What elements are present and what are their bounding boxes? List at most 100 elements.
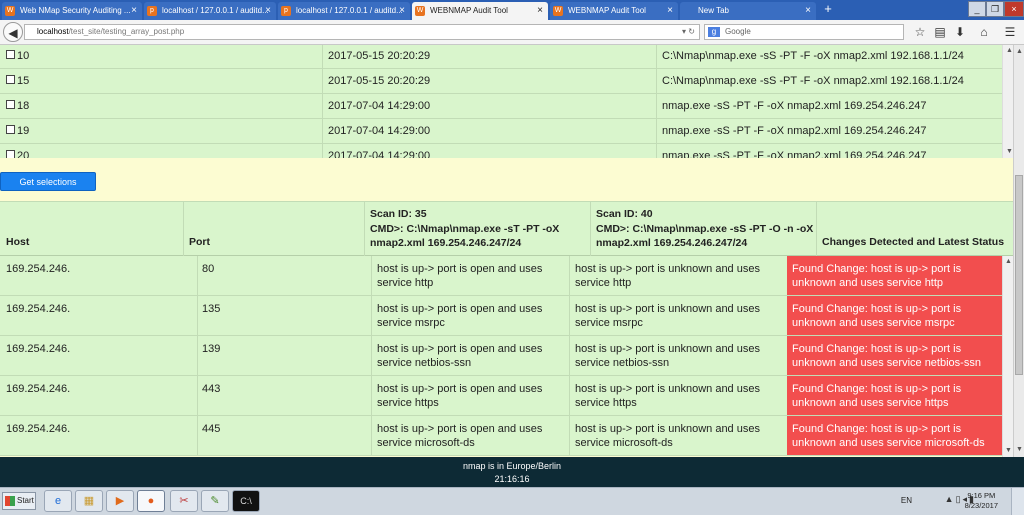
scan-checkbox[interactable] bbox=[6, 125, 15, 134]
address-bar[interactable]: localhost/test_site/testing_array_post.p… bbox=[24, 24, 700, 40]
clock-date: 8/23/2017 bbox=[964, 501, 998, 510]
scan-selection-list[interactable]: 10 2017-05-15 20:20:29 C:\Nmap\nmap.exe … bbox=[0, 45, 1002, 158]
search-box[interactable]: g Google bbox=[704, 24, 904, 40]
close-tab-icon[interactable]: × bbox=[537, 2, 543, 20]
search-placeholder: Google bbox=[725, 27, 751, 36]
scan1-status-cell: host is up-> port is open and uses servi… bbox=[377, 263, 543, 289]
tab-title: WEBNMAP Audit Tool bbox=[568, 6, 646, 15]
close-tab-icon[interactable]: × bbox=[265, 2, 271, 20]
column-divider bbox=[197, 416, 198, 456]
column-divider bbox=[569, 376, 570, 416]
new-tab-button[interactable]: + bbox=[820, 0, 836, 18]
change-status-cell: Found Change: host is up-> port is unkno… bbox=[787, 376, 1002, 415]
host-cell: 169.254.246. bbox=[6, 343, 71, 355]
scan-command: C:\Nmap\nmap.exe -sS -PT -F -oX nmap2.xm… bbox=[662, 50, 964, 62]
scroll-up-arrow-icon[interactable]: ▲ bbox=[1004, 257, 1013, 266]
close-tab-icon[interactable]: × bbox=[399, 2, 405, 20]
windows-logo-icon bbox=[5, 496, 15, 506]
scroll-up-arrow-icon[interactable]: ▲ bbox=[1015, 47, 1024, 56]
header-scan1-id: Scan ID: 35 bbox=[370, 208, 427, 220]
scan-checkbox[interactable] bbox=[6, 150, 15, 158]
browser-tab[interactable]: W WEBNMAP Audit Tool × bbox=[550, 2, 678, 20]
column-divider bbox=[371, 376, 372, 416]
column-divider bbox=[656, 45, 657, 158]
start-button[interactable]: Start bbox=[2, 492, 36, 510]
google-icon[interactable]: g bbox=[708, 27, 720, 37]
table-row: 169.254.246. 80 host is up-> port is ope… bbox=[0, 256, 1002, 296]
browser-tab-strip: W Web NMap Security Auditing ... × p loc… bbox=[0, 0, 1024, 20]
tab-title: WEBNMAP Audit Tool bbox=[430, 6, 508, 15]
close-tab-icon[interactable]: × bbox=[805, 2, 811, 20]
scroll-down-arrow-icon[interactable]: ▼ bbox=[1015, 445, 1024, 454]
column-divider bbox=[371, 416, 372, 456]
browser-tab[interactable]: W Web NMap Security Auditing ... × bbox=[2, 2, 142, 20]
comparison-scrollbar[interactable]: ▲ ▼ bbox=[1002, 256, 1013, 457]
home-icon[interactable]: ⌂ bbox=[976, 24, 992, 40]
media-player-icon[interactable]: ▶ bbox=[106, 490, 134, 512]
download-icon[interactable]: ⬇ bbox=[952, 24, 968, 40]
minimize-window-button[interactable]: _ bbox=[968, 1, 986, 17]
file-explorer-icon[interactable]: ▦ bbox=[75, 490, 103, 512]
scan2-status-cell: host is up-> port is unknown and uses se… bbox=[575, 263, 760, 289]
dropdown-arrow-icon[interactable]: ▾ bbox=[682, 27, 686, 36]
page-scrollbar[interactable]: ▲ ▼ bbox=[1013, 45, 1024, 457]
menu-icon[interactable]: ☰ bbox=[1002, 24, 1018, 40]
scan-id: 20 bbox=[17, 150, 30, 158]
get-selections-button[interactable]: Get selections bbox=[0, 172, 96, 191]
column-divider bbox=[183, 202, 184, 257]
column-divider bbox=[197, 376, 198, 416]
scan-id: 19 bbox=[17, 125, 30, 137]
host-cell: 169.254.246. bbox=[6, 263, 71, 275]
scrollbar-thumb[interactable] bbox=[1015, 175, 1023, 375]
scan2-status-cell: host is up-> port is unknown and uses se… bbox=[575, 343, 760, 369]
language-indicator[interactable]: EN bbox=[901, 496, 912, 505]
close-tab-icon[interactable]: × bbox=[667, 2, 673, 20]
column-divider bbox=[590, 202, 591, 257]
windows-taskbar: Start e ▦ ▶ ● ✂ ✎ C:\ EN ▲▯◂▮ 9:16 PM 8/… bbox=[0, 487, 1024, 515]
notepad-icon[interactable]: ✎ bbox=[201, 490, 229, 512]
firefox-icon[interactable]: ● bbox=[137, 490, 165, 512]
column-divider bbox=[816, 202, 817, 257]
scan-date: 2017-07-04 14:29:00 bbox=[328, 100, 431, 112]
host-cell: 169.254.246. bbox=[6, 383, 71, 395]
system-clock[interactable]: 9:16 PM 8/23/2017 bbox=[965, 491, 998, 511]
reload-icon[interactable]: ↻ bbox=[688, 27, 695, 36]
internet-explorer-icon[interactable]: e bbox=[44, 490, 72, 512]
back-button[interactable]: ◀ bbox=[3, 22, 23, 42]
scan-row: 19 2017-07-04 14:29:00 nmap.exe -sS -PT … bbox=[0, 119, 1002, 144]
column-divider bbox=[569, 296, 570, 336]
browser-tab-active[interactable]: W WEBNMAP Audit Tool × bbox=[412, 2, 548, 20]
start-label: Start bbox=[17, 496, 34, 505]
command-prompt-icon[interactable]: C:\ bbox=[232, 490, 260, 512]
change-status-cell: Found Change: host is up-> port is unkno… bbox=[787, 416, 1002, 455]
webnmap-favicon-icon: W bbox=[415, 6, 425, 16]
browser-tab[interactable]: p localhost / 127.0.0.1 / auditd... × bbox=[144, 2, 276, 20]
browser-nav-bar: ◀ localhost/test_site/testing_array_post… bbox=[0, 20, 1024, 45]
port-cell: 443 bbox=[202, 383, 221, 395]
header-scan2-cmd: CMD>: C:\Nmap\nmap.exe -sS -PT -O -n -oX… bbox=[596, 223, 814, 249]
browser-tab[interactable]: p localhost / 127.0.0.1 / auditd... × bbox=[278, 2, 410, 20]
close-window-button[interactable]: × bbox=[1004, 1, 1024, 17]
scan-id: 10 bbox=[17, 50, 30, 62]
scan-checkbox[interactable] bbox=[6, 75, 15, 84]
scan-command: nmap.exe -sS -PT -F -oX nmap2.xml 169.25… bbox=[662, 100, 927, 112]
bookmark-star-icon[interactable]: ☆ bbox=[912, 24, 928, 40]
column-divider bbox=[371, 336, 372, 376]
tab-title: Web NMap Security Auditing ... bbox=[20, 6, 131, 15]
header-changes: Changes Detected and Latest Status bbox=[822, 236, 1005, 248]
snipping-tool-icon[interactable]: ✂ bbox=[170, 490, 198, 512]
header-scan1-cmd: CMD>: C:\Nmap\nmap.exe -sT -PT -oX nmap2… bbox=[370, 223, 560, 249]
show-desktop-button[interactable] bbox=[1011, 488, 1024, 515]
scan-checkbox[interactable] bbox=[6, 100, 15, 109]
header-port: Port bbox=[189, 236, 210, 248]
close-tab-icon[interactable]: × bbox=[131, 2, 137, 20]
header-scan2-id: Scan ID: 40 bbox=[596, 208, 653, 220]
scan2-status-cell: host is up-> port is unknown and uses se… bbox=[575, 303, 760, 329]
scan-checkbox[interactable] bbox=[6, 50, 15, 59]
browser-tab[interactable]: New Tab × bbox=[680, 2, 816, 20]
column-divider bbox=[569, 256, 570, 296]
bookmarks-list-icon[interactable]: ▤ bbox=[932, 24, 948, 40]
restore-window-button[interactable]: ❐ bbox=[986, 1, 1004, 17]
scroll-down-arrow-icon[interactable]: ▼ bbox=[1004, 446, 1013, 455]
tab-title: New Tab bbox=[698, 6, 729, 15]
